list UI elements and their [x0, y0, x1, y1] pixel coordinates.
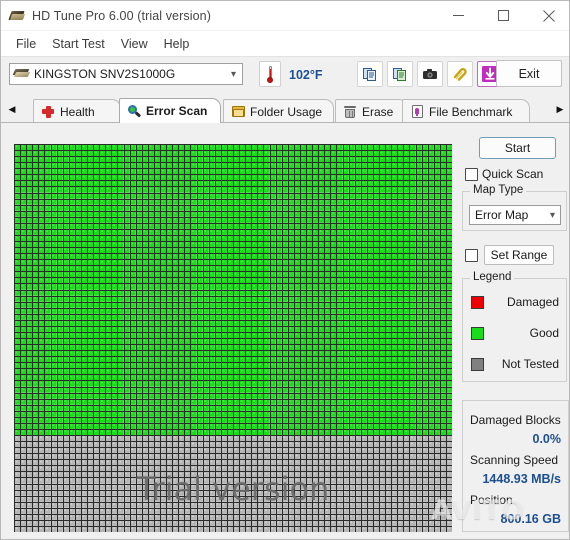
window-title: HD Tune Pro 6.00 (trial version)	[32, 8, 211, 23]
tab-erase-label: Erase	[362, 104, 394, 119]
set-range-button[interactable]: Set Range	[484, 245, 554, 265]
stat-value-position: 800.16 GB	[500, 512, 561, 526]
stats-group: Damaged Blocks 0.0% Scanning Speed 1448.…	[462, 400, 569, 532]
tab-error-scan[interactable]: Error Scan	[119, 98, 221, 123]
scan-controls-panel: Start Quick Scan Map Type Error Map ▾ Se…	[457, 123, 569, 539]
tab-health-label: Health	[60, 104, 95, 119]
quick-scan-label: Quick Scan	[482, 167, 544, 181]
tab-file-benchmark[interactable]: File Benchmark	[402, 99, 530, 123]
drive-select-value: KINGSTON SNV2S1000G	[34, 67, 176, 81]
legend-swatch-good	[471, 326, 484, 340]
menu-item-start-test[interactable]: Start Test	[44, 34, 113, 54]
title-bar: HD Tune Pro 6.00 (trial version)	[1, 1, 569, 31]
legend-swatch-not-tested	[471, 357, 484, 371]
hard-disk-icon	[12, 68, 31, 80]
thermometer-icon[interactable]	[259, 61, 281, 87]
stat-label-position: Position	[470, 493, 513, 507]
quick-scan-box[interactable]	[465, 167, 478, 181]
tab-folder-usage[interactable]: Folder Usage	[223, 99, 334, 123]
tab-file-benchmark-label: File Benchmark	[429, 104, 513, 119]
scroll-left-arrow[interactable]: ◀	[3, 98, 21, 121]
chevron-down-icon: ▾	[549, 209, 555, 221]
window-controls	[436, 1, 569, 31]
chevron-down-icon: ▾	[230, 68, 236, 80]
hd-tune-window: HD Tune Pro 6.00 (trial version) File St…	[0, 0, 570, 540]
file-benchmark-icon	[410, 105, 424, 119]
scroll-right-arrow[interactable]: ▶	[551, 98, 569, 121]
trash-icon	[343, 105, 357, 119]
map-type-select[interactable]: Error Map ▾	[469, 205, 561, 225]
drive-select[interactable]: KINGSTON SNV2S1000G ▾	[9, 63, 243, 85]
legend-title: Legend	[470, 271, 515, 283]
legend-label-good: Good	[529, 326, 559, 340]
block-map[interactable]: Trial version	[14, 144, 452, 532]
hard-disk-icon	[8, 8, 26, 24]
legend-item-not-tested: Not Tested	[463, 353, 566, 375]
tab-error-scan-label: Error Scan	[146, 104, 208, 118]
set-range-row: Set Range	[465, 245, 554, 265]
menu-item-file[interactable]: File	[8, 34, 44, 54]
tab-strip: ◀ Health Error Scan Folder Usage Erase F…	[1, 96, 569, 123]
legend-group: Legend Damaged Good Not Tested	[462, 271, 567, 382]
menu-item-view[interactable]: View	[113, 34, 156, 54]
toolbar-buttons	[357, 61, 503, 87]
stat-label-damaged-blocks: Damaged Blocks	[470, 413, 561, 427]
map-type-group: Map Type Error Map ▾	[462, 184, 567, 231]
minimize-icon[interactable]	[436, 1, 481, 31]
quick-scan-checkbox[interactable]: Quick Scan	[465, 167, 543, 181]
menu-bar: File Start Test View Help	[1, 31, 569, 56]
legend-item-damaged: Damaged	[463, 291, 566, 313]
stat-value-scanning-speed: 1448.93 MB/s	[482, 472, 561, 486]
copy-info-green-icon[interactable]	[387, 61, 413, 87]
exit-button[interactable]: Exit	[496, 60, 562, 87]
magnifier-icon	[127, 104, 142, 118]
tab-folder-usage-label: Folder Usage	[250, 104, 323, 119]
map-type-title: Map Type	[470, 184, 527, 196]
tab-erase[interactable]: Erase	[335, 99, 408, 123]
temperature-value: 102°F	[289, 68, 323, 82]
attachment-icon[interactable]	[447, 61, 473, 87]
stat-value-damaged-blocks: 0.0%	[532, 432, 562, 446]
screenshot-camera-icon[interactable]	[417, 61, 443, 87]
folder-icon	[231, 105, 245, 119]
health-cross-icon	[41, 105, 55, 119]
legend-label-not-tested: Not Tested	[501, 357, 559, 371]
copy-info-icon[interactable]	[357, 61, 383, 87]
error-scan-panel: Trial version Start Quick Scan Map Type …	[1, 122, 569, 539]
close-icon[interactable]	[526, 1, 569, 31]
start-button[interactable]: Start	[479, 137, 556, 159]
set-range-checkbox[interactable]	[465, 248, 478, 262]
legend-swatch-damaged	[471, 295, 484, 309]
menu-item-help[interactable]: Help	[156, 34, 198, 54]
stat-label-scanning-speed: Scanning Speed	[470, 453, 559, 467]
legend-item-good: Good	[463, 322, 566, 344]
block-map-canvas[interactable]	[14, 144, 452, 532]
maximize-icon[interactable]	[481, 1, 526, 31]
toolbar: KINGSTON SNV2S1000G ▾ 102°F Exit	[1, 56, 569, 94]
map-type-value: Error Map	[475, 208, 529, 222]
tab-health[interactable]: Health	[33, 99, 121, 123]
legend-label-damaged: Damaged	[506, 295, 559, 309]
